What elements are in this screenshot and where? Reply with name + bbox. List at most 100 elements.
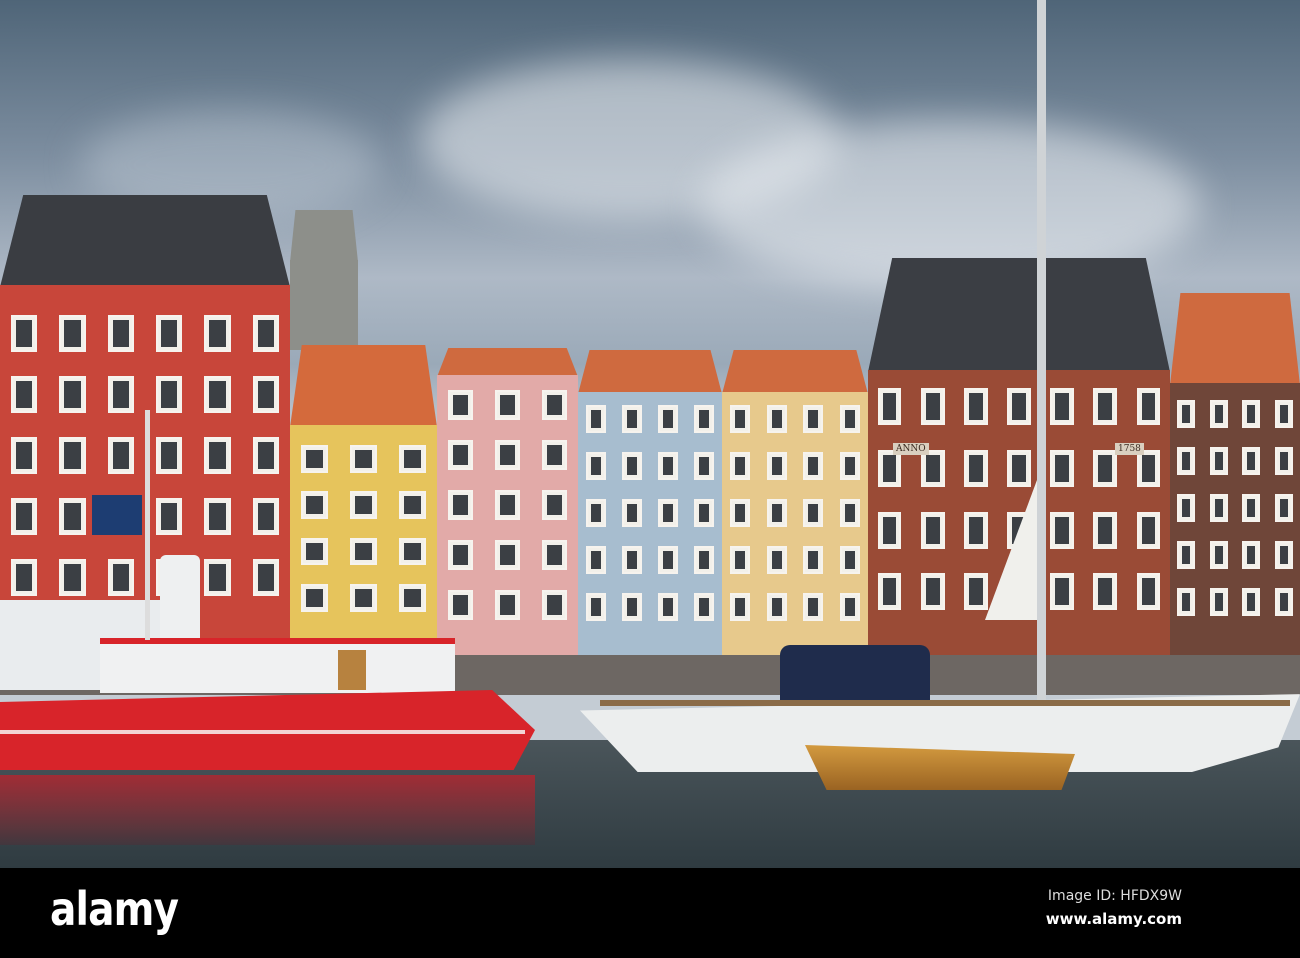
dark-brick-house [1170,293,1300,655]
window [586,405,606,434]
window [204,376,231,413]
window [586,546,606,575]
window [963,573,988,611]
window [494,390,521,420]
window [10,376,38,413]
window [1209,400,1228,429]
roof [578,350,722,394]
window [1093,388,1118,426]
window [877,511,902,549]
red-boat-stripe [0,730,525,734]
window [877,388,902,426]
window [399,583,426,612]
window [1242,588,1261,617]
window [1050,573,1074,611]
window [350,445,377,473]
window [10,498,38,535]
window [1007,388,1031,426]
window [301,491,328,519]
window [1242,400,1261,429]
window [730,405,751,434]
window [839,593,860,622]
window [350,537,377,566]
window [59,559,86,596]
window [1209,494,1228,523]
window [963,449,988,487]
window [694,452,714,481]
window [803,405,824,434]
window [803,499,824,528]
window [839,452,860,481]
window [1136,449,1161,487]
window [658,499,678,528]
window [494,490,521,520]
window [204,437,231,474]
sailboat-canopy [780,645,930,700]
plaque-anno: ANNO [893,443,929,455]
window [766,593,787,622]
window [155,437,183,474]
window [301,583,328,612]
window [494,540,521,570]
window [252,437,280,474]
window [252,498,280,535]
watermark-bar: alamy Image ID: HFDX9W www.alamy.com [0,868,1300,958]
roof [0,195,290,287]
nyhavn-photo: ANNO 1758 [0,0,1300,868]
window [920,388,945,426]
window [622,546,642,575]
window [839,546,860,575]
site-url: www.alamy.com [1045,910,1182,928]
red-boat-mast [145,410,150,640]
window [1136,511,1161,549]
window [541,590,568,620]
window [963,388,988,426]
window [694,405,714,434]
window [963,511,988,549]
window [803,593,824,622]
window [586,452,606,481]
window [59,498,86,535]
window [877,449,902,487]
window [107,315,135,352]
grey-gable [290,210,358,350]
window [766,546,787,575]
tan-house [722,350,868,660]
window [399,491,426,519]
roof [722,350,868,394]
window [1177,400,1196,429]
window [730,593,751,622]
window [766,499,787,528]
window [1177,447,1196,476]
window [494,440,521,470]
window [766,405,787,434]
window [694,546,714,575]
window [155,315,183,352]
window [658,593,678,622]
window [204,315,231,352]
boat-reflection [0,775,535,845]
window [447,490,474,520]
window [350,583,377,612]
window [447,590,474,620]
window [730,499,751,528]
window [1274,400,1293,429]
window [1050,511,1074,549]
blue-house [578,350,722,660]
window [1209,588,1228,617]
window [1136,388,1161,426]
image-id: Image ID: HFDX9W [1047,888,1182,904]
window [1242,494,1261,523]
window [1274,588,1293,617]
window [1007,449,1031,487]
window [252,559,280,596]
window [107,437,135,474]
window [920,449,945,487]
window [252,315,280,352]
plaque-year: 1758 [1115,443,1144,455]
window [1093,449,1118,487]
window [59,376,86,413]
window [1274,494,1293,523]
window [730,546,751,575]
window [1209,447,1228,476]
